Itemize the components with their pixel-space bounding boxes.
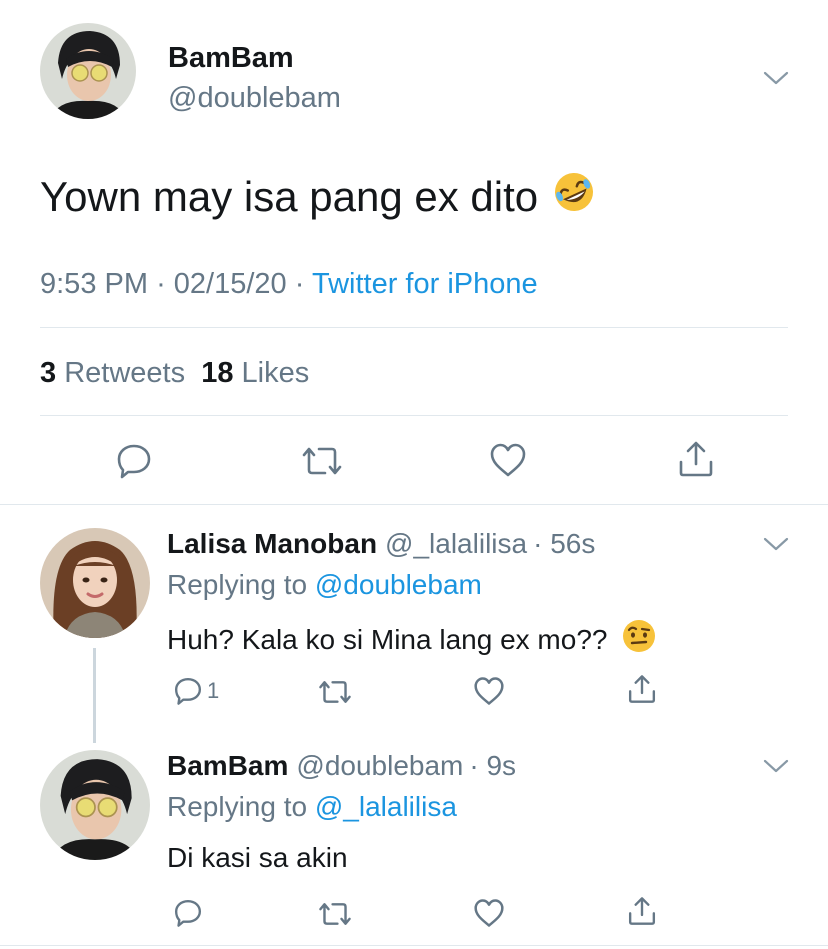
author-handle[interactable]: @doublebam	[168, 82, 341, 115]
divider	[40, 327, 788, 328]
reply-icon[interactable]	[173, 676, 203, 706]
heart-icon[interactable]	[489, 442, 527, 478]
reply-text: Di kasi sa akin	[167, 842, 348, 874]
reply-icon[interactable]	[115, 442, 153, 480]
reply-time[interactable]: · 56s	[533, 528, 595, 559]
meta-separator: ·	[294, 268, 305, 300]
likes-count: 18	[201, 357, 234, 389]
heart-icon[interactable]	[473, 898, 505, 928]
share-icon[interactable]	[677, 440, 715, 478]
likes-label: Likes	[241, 357, 310, 389]
replying-to-label: Replying to	[167, 569, 308, 600]
chevron-down-icon[interactable]	[763, 536, 789, 552]
heart-icon[interactable]	[473, 676, 505, 706]
reply-count: 1	[207, 678, 220, 703]
replying-to-label: Replying to	[167, 791, 308, 822]
reply-icon[interactable]	[173, 898, 203, 928]
reply-header: BamBam @doublebam · 9s	[167, 750, 516, 782]
tweet-source-link[interactable]: Twitter for iPhone	[312, 268, 538, 300]
avatar-bambam[interactable]	[40, 750, 150, 860]
reply-author-handle[interactable]: @_lalalilisa	[385, 528, 527, 559]
tweet-text-content: Yown may isa pang ex dito	[40, 173, 539, 220]
divider	[0, 504, 828, 505]
reply-text-content: Huh? Kala ko si Mina lang ex mo??	[167, 623, 608, 655]
likes-stat[interactable]: 18 Likes	[201, 357, 309, 389]
divider	[0, 945, 828, 946]
chevron-down-icon[interactable]	[763, 758, 789, 774]
avatar-bambam[interactable]	[40, 23, 136, 119]
retweet-icon[interactable]	[318, 900, 352, 928]
rolling-on-floor-laughing-emoji	[552, 170, 596, 224]
retweets-label: Retweets	[64, 357, 186, 389]
retweets-count: 3	[40, 357, 57, 389]
replying-to-mention[interactable]: @_lalalilisa	[315, 791, 457, 822]
reply-time[interactable]: · 9s	[469, 750, 516, 781]
retweet-icon[interactable]	[318, 678, 352, 706]
divider	[40, 415, 788, 416]
reply-text: Huh? Kala ko si Mina lang ex mo??	[167, 618, 657, 661]
replying-to: Replying to @doublebam	[167, 569, 482, 601]
share-icon[interactable]	[627, 674, 657, 704]
share-icon[interactable]	[627, 896, 657, 926]
retweets-stat[interactable]: 3 Retweets	[40, 357, 185, 389]
reply-header: Lalisa Manoban @_lalalilisa · 56s	[167, 528, 595, 560]
reply-author-name[interactable]: Lalisa Manoban	[167, 528, 377, 559]
tweet-time[interactable]: 9:53 PM	[40, 268, 148, 300]
replying-to-mention[interactable]: @doublebam	[315, 569, 482, 600]
reply-author-handle[interactable]: @doublebam	[296, 750, 463, 781]
reply-author-name[interactable]: BamBam	[167, 750, 288, 781]
author-name[interactable]: BamBam	[168, 42, 294, 75]
tweet-date[interactable]: 02/15/20	[174, 268, 287, 300]
meta-separator: ·	[156, 268, 166, 300]
chevron-down-icon[interactable]	[763, 70, 789, 86]
tweet-text: Yown may isa pang ex dito	[40, 170, 596, 224]
replying-to: Replying to @_lalalilisa	[167, 791, 457, 823]
tweet-meta: 9:53 PM · 02/15/20 · Twitter for iPhone	[40, 268, 538, 301]
avatar-lalisa[interactable]	[40, 528, 150, 638]
face-with-raised-eyebrow-emoji	[621, 618, 657, 661]
reply-text-content: Di kasi sa akin	[167, 842, 348, 873]
engagement-stats: 3 Retweets 18 Likes	[40, 357, 309, 390]
thread-line	[93, 648, 96, 743]
reply-action[interactable]: 1	[173, 676, 219, 706]
retweet-icon[interactable]	[301, 444, 343, 478]
